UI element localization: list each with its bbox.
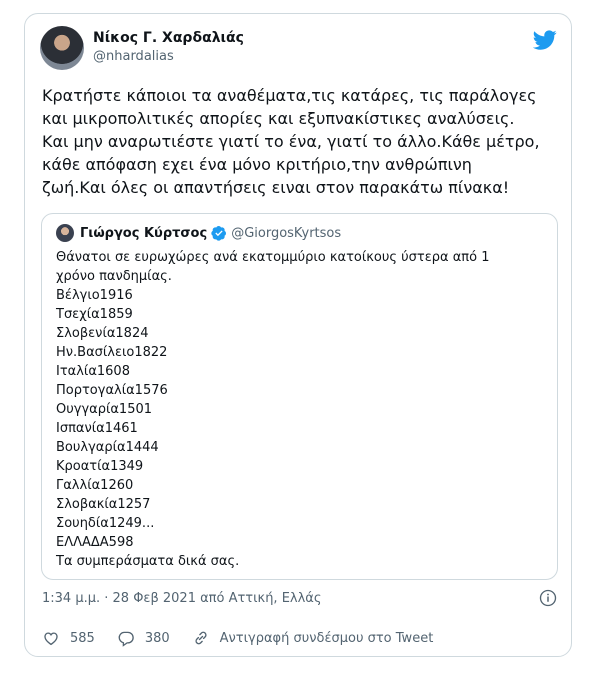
tweet-timestamp[interactable]: 1:34 μ.μ. · 28 Φεβ 2021 από Αττική, Ελλά… <box>42 591 322 606</box>
quoted-tweet[interactable]: Γιώργος Κύρτσος @GiorgosKyrtsos Θάνατοι … <box>41 213 558 580</box>
quoted-tweet-header: Γιώργος Κύρτσος @GiorgosKyrtsos <box>56 224 341 242</box>
quoted-text-line: Βέλγιο1916 <box>56 288 133 303</box>
quoted-text-line: Ουγγαρία1501 <box>56 402 153 417</box>
quoted-tweet-text: Θάνατοι σε ευρωχώρες ανά εκατομμύριο κατ… <box>56 248 546 571</box>
quoted-text-line: Τα συμπεράσματα δικά σας. <box>56 554 240 569</box>
verified-icon <box>211 226 227 241</box>
quoted-text-line: Βουλγαρία1444 <box>56 440 159 455</box>
quoted-author-name: Γιώργος Κύρτσος <box>80 225 208 241</box>
reply-button[interactable]: 380 <box>117 629 170 647</box>
quoted-text-line: Ισπανία1461 <box>56 421 138 436</box>
reply-icon <box>118 631 134 647</box>
like-count: 585 <box>70 630 95 646</box>
quoted-text-line: Σλοβενία1824 <box>56 326 149 341</box>
heart-icon <box>44 632 58 646</box>
quoted-author-avatar <box>56 224 74 242</box>
tweet-text-line: ζωή.Και όλες οι απαντήσεις ειναι στον πα… <box>42 178 510 197</box>
quoted-text-line: Κροατία1349 <box>56 459 144 474</box>
reply-count: 380 <box>144 630 170 646</box>
author-avatar[interactable] <box>40 26 84 70</box>
copy-link-label: Αντιγραφή συνδέσμου στο Tweet <box>219 630 434 646</box>
tweet-actions: 585 380 Αντιγραφή συνδέσμου στο Tweet <box>42 629 455 647</box>
like-button[interactable]: 585 <box>42 629 95 647</box>
tweet-card: Νίκος Γ. Χαρδαλιάς @nhardalias Κρατήστε … <box>24 13 572 657</box>
quoted-text-line: Ην.Βασίλειο1822 <box>56 345 168 360</box>
quoted-text-line: ΕΛΛΑΔΑ598 <box>56 535 134 550</box>
author-name[interactable]: Νίκος Γ. Χαρδαλιάς <box>93 30 244 46</box>
tweet-text-line: Κρατήστε κάποιοι τα αναθέματα,τις κατάρε… <box>42 86 537 105</box>
link-icon <box>195 631 207 645</box>
quoted-text-line: χρόνο πανδημίας. <box>56 269 172 284</box>
info-icon[interactable] <box>539 589 557 607</box>
copy-link-button[interactable]: Αντιγραφή συνδέσμου στο Tweet <box>192 629 434 647</box>
tweet-text-line: Και μην αναρωτιέστε γιατί το ένα, γιατί … <box>42 132 540 151</box>
quoted-text-line: Σουηδία1249... <box>56 516 155 531</box>
quoted-text-line: Πορτογαλία1576 <box>56 383 168 398</box>
tweet-text-line: και μικροπολιτικές απορίες και εξυπνακίσ… <box>42 109 515 128</box>
author-handle[interactable]: @nhardalias <box>93 49 174 64</box>
quoted-author-handle: @GiorgosKyrtsos <box>231 225 342 241</box>
tweet-text: Κρατήστε κάποιοι τα αναθέματα,τις κατάρε… <box>42 84 557 199</box>
twitter-bird-icon[interactable] <box>533 28 557 52</box>
quoted-text-line: Θάνατοι σε ευρωχώρες ανά εκατομμύριο κατ… <box>56 250 490 265</box>
quoted-text-line: Σλοβακία1257 <box>56 497 151 512</box>
quoted-text-line: Ιταλία1608 <box>56 364 130 379</box>
quoted-text-line: Γαλλία1260 <box>56 478 134 493</box>
tweet-text-line: κάθε απόφαση εχει ένα μόνο κριτήριο,την … <box>42 155 472 174</box>
quoted-text-line: Τσεχία1859 <box>56 307 133 322</box>
